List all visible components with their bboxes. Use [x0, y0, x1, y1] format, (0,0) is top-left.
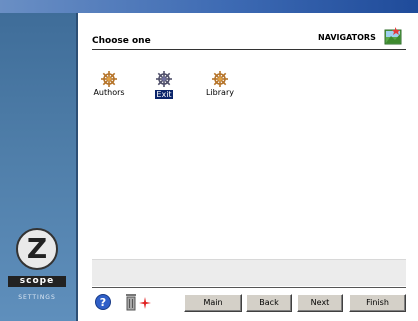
svg-text:?: ?	[100, 296, 106, 309]
logo-subtitle: SETTINGS	[18, 294, 56, 301]
title-bar	[0, 0, 418, 13]
header-divider	[92, 49, 406, 50]
section-title: NAVIGATORS	[318, 33, 376, 42]
item-label: Authors	[93, 88, 125, 97]
footer-divider	[92, 287, 406, 288]
help-icon[interactable]: ?	[95, 294, 111, 310]
info-box	[92, 259, 406, 286]
zscope-logo: Z scope SETTINGS	[8, 222, 66, 307]
item-library[interactable]: Library	[195, 70, 245, 110]
finish-button[interactable]: Finish	[349, 294, 406, 312]
trash-icon[interactable]	[124, 293, 138, 311]
ship-wheel-icon	[156, 71, 172, 87]
item-label: Exit	[155, 90, 173, 99]
item-label: Library	[206, 88, 234, 97]
item-authors[interactable]: Authors	[84, 70, 134, 110]
navigator-image-icon	[384, 27, 402, 45]
logo-letter: Z	[16, 228, 58, 270]
page-title: Choose one	[92, 36, 151, 46]
item-exit[interactable]: Exit	[139, 70, 189, 110]
main-button[interactable]: Main	[184, 294, 242, 312]
ship-wheel-icon	[212, 71, 228, 87]
logo-band: scope	[8, 276, 66, 287]
ship-wheel-icon	[101, 71, 117, 87]
next-button[interactable]: Next	[297, 294, 343, 312]
back-button[interactable]: Back	[246, 294, 292, 312]
sparkle-icon[interactable]	[139, 297, 151, 309]
